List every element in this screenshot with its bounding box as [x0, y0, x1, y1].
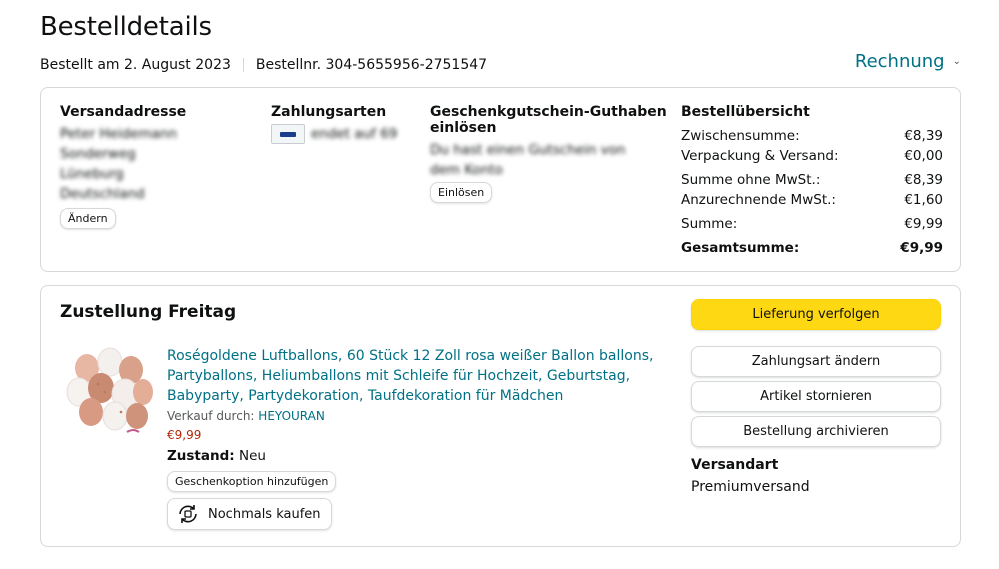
order-number: Bestellnr. 304-5655956-2751547: [255, 57, 488, 73]
grand-total-row: Gesamtsumme: €9,99: [681, 238, 943, 258]
product-title-link[interactable]: Roségoldene Luftballons, 60 Stück 12 Zol…: [167, 346, 667, 406]
add-gift-option-button[interactable]: Geschenkoption hinzufügen: [167, 471, 337, 492]
condition-label: Zustand:: [167, 448, 235, 464]
invoice-label: Rechnung: [854, 51, 945, 72]
address-line: Deutschland: [60, 186, 145, 202]
buy-again-button[interactable]: Nochmals kaufen: [167, 498, 332, 530]
shipping-cost-value: €0,00: [904, 148, 943, 164]
payment-card-text: endet auf 69: [311, 126, 398, 142]
shipping-cost-row: Verpackung & Versand: €0,00: [681, 146, 943, 166]
condition-line: Zustand: Neu: [167, 448, 667, 464]
sum-label: Summe:: [681, 216, 738, 232]
seller-link[interactable]: HEYOURAN: [258, 409, 325, 423]
subtotal-value: €8,39: [904, 128, 943, 144]
archive-order-button[interactable]: Bestellung archivieren: [691, 416, 941, 447]
gift-card-text: dem Konto: [430, 162, 503, 178]
credit-card-icon: [271, 124, 305, 144]
net-total-label: Summe ohne MwSt.:: [681, 172, 821, 188]
vat-label: Anzurechnende MwSt.:: [681, 192, 836, 208]
shipping-method-value: Premiumversand: [691, 479, 810, 495]
grand-total-label: Gesamtsumme:: [681, 240, 800, 256]
address-line: Sonderweg: [60, 146, 136, 162]
net-total-row: Summe ohne MwSt.: €8,39: [681, 170, 943, 190]
vat-row: Anzurechnende MwSt.: €1,60: [681, 190, 943, 210]
order-date: Bestellt am 2. August 2023: [40, 57, 231, 73]
seller-prefix: Verkauf durch:: [167, 409, 255, 423]
product-price: €9,99: [167, 428, 202, 442]
shipping-address-heading: Versandadresse: [60, 104, 187, 120]
order-meta: Bestellt am 2. August 2023 Bestellnr. 30…: [40, 57, 487, 73]
product-info: Roségoldene Luftballons, 60 Stück 12 Zol…: [167, 346, 667, 530]
change-address-button[interactable]: Ändern: [60, 208, 116, 229]
track-delivery-button[interactable]: Lieferung verfolgen: [691, 299, 941, 330]
change-payment-button[interactable]: Zahlungsart ändern: [691, 346, 941, 377]
meta-divider: [242, 58, 244, 72]
shipping-cost-label: Verpackung & Versand:: [681, 148, 839, 164]
redeem-button[interactable]: Einlösen: [430, 182, 493, 203]
net-total-value: €8,39: [904, 172, 943, 188]
subtotal-row: Zwischensumme: €8,39: [681, 126, 943, 146]
shipping-address-section: Versandadresse Peter Heidemann Sonderweg…: [60, 104, 250, 229]
order-actions: Lieferung verfolgen Zahlungsart ändern A…: [691, 299, 941, 495]
delivery-title: Zustellung Freitag: [60, 302, 237, 322]
buy-again-icon: [179, 505, 197, 523]
grand-total-value: €9,99: [900, 240, 943, 256]
order-totals-heading: Bestellübersicht: [681, 104, 810, 120]
payment-heading: Zahlungsarten: [271, 104, 387, 120]
payment-section: Zahlungsarten endet auf 69: [271, 104, 411, 144]
order-summary-box: Versandadresse Peter Heidemann Sonderweg…: [40, 87, 961, 272]
seller-line: Verkauf durch: HEYOURAN: [167, 409, 667, 423]
address-line: Lüneburg: [60, 166, 124, 182]
vat-value: €1,60: [904, 192, 943, 208]
gift-card-heading-line2: einlösen: [430, 120, 497, 136]
gift-card-text: Du hast einen Gutschein von: [430, 142, 626, 158]
subtotal-label: Zwischensumme:: [681, 128, 800, 144]
cancel-item-button[interactable]: Artikel stornieren: [691, 381, 941, 412]
delivery-box: Zustellung Freitag Roségoldene Luftballo…: [40, 285, 961, 547]
page-title: Bestelldetails: [40, 12, 212, 42]
address-line: Peter Heidemann: [60, 126, 178, 142]
order-totals-section: Bestellübersicht Zwischensumme: €8,39 Ve…: [681, 104, 943, 258]
product-image[interactable]: [65, 346, 155, 438]
buy-again-label: Nochmals kaufen: [208, 506, 321, 522]
gift-card-heading: Geschenkgutschein-Guthaben einlösen: [430, 104, 670, 136]
gift-card-section: Geschenkgutschein-Guthaben einlösen Du h…: [430, 104, 670, 203]
sum-row: Summe: €9,99: [681, 214, 943, 234]
shipping-method-label: Versandart: [691, 457, 779, 473]
condition-value: Neu: [238, 448, 266, 464]
gift-card-heading-line1: Geschenkgutschein-Guthaben: [430, 104, 667, 120]
sum-value: €9,99: [904, 216, 943, 232]
chevron-down-icon: ⌄: [952, 56, 961, 67]
invoice-dropdown[interactable]: Rechnung ⌄: [855, 51, 961, 72]
